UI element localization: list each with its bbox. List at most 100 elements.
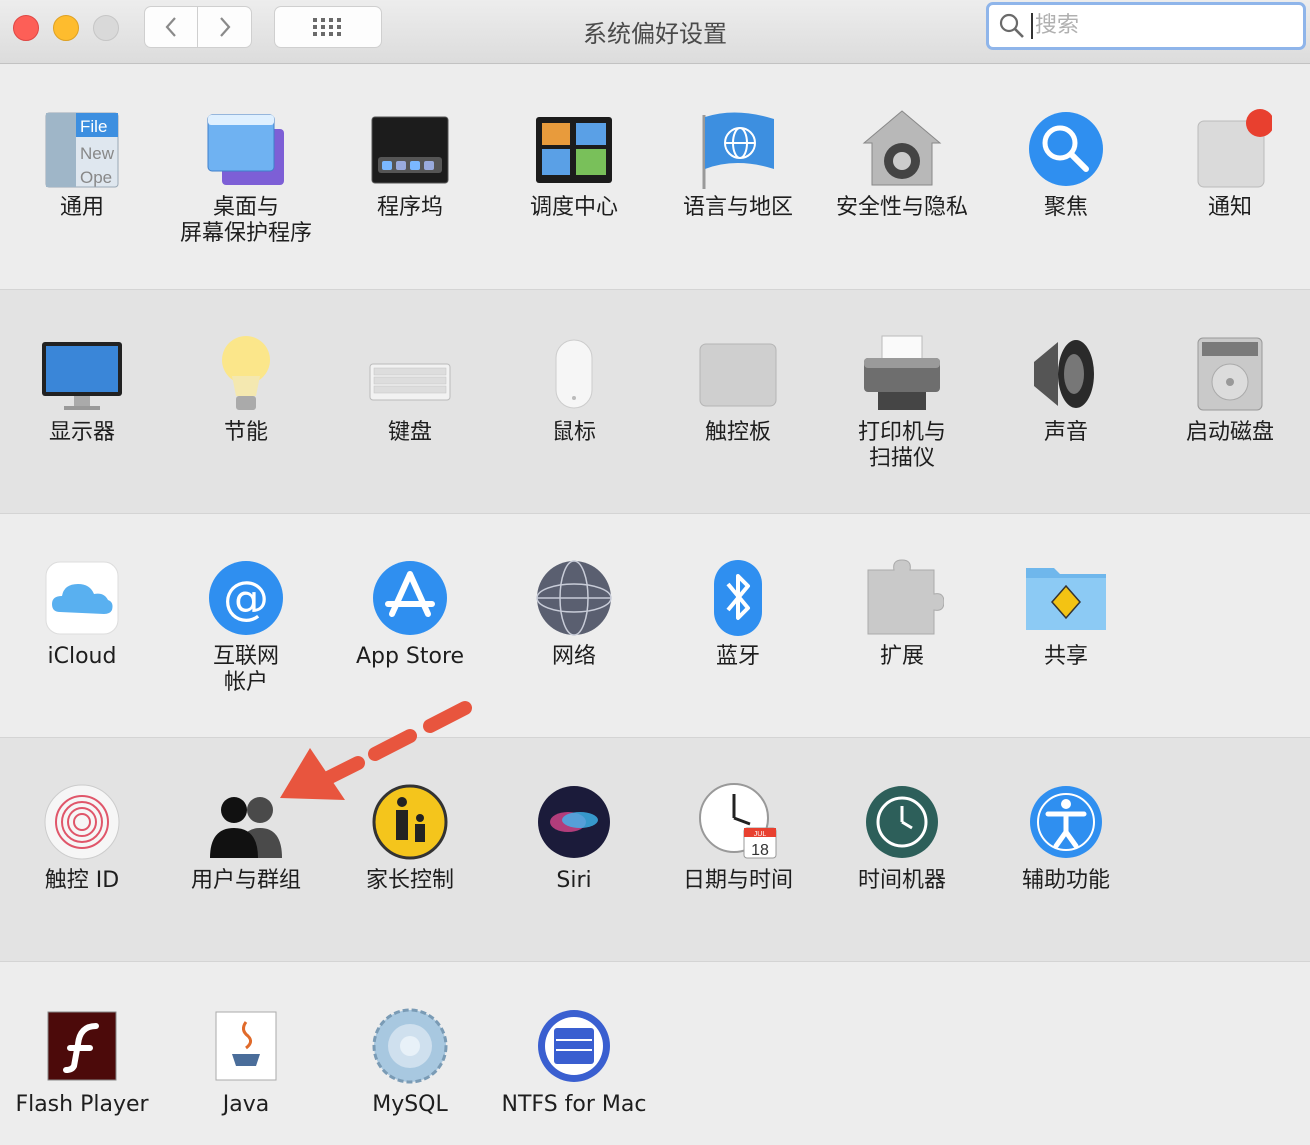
pref-java[interactable]: Java [164,1004,328,1118]
flash-player-icon [47,1011,117,1081]
pref-row-other: Flash Player Java MySQL NTFS for Mac [0,962,1310,1145]
pref-printer-scanner[interactable]: 打印机与 扫描仪 [820,332,984,472]
pref-accessibility[interactable]: 辅助功能 [984,780,1148,894]
touch-id-icon [44,784,120,860]
pref-network[interactable]: 网络 [492,556,656,670]
pref-sound-label: 声音 [1043,420,1088,445]
desktop-screensaver-icon [207,114,284,185]
pref-touch-id-label: 触控 ID [44,868,120,893]
pref-dock[interactable]: 程序坞 [328,107,492,221]
pref-energy-saver[interactable]: 节能 [164,332,328,446]
pref-icloud[interactable]: iCloud [0,556,164,670]
startup-disk-icon [1197,337,1263,411]
pref-time-machine[interactable]: 时间机器 [820,780,984,894]
pref-language-region-label: 语言与地区 [682,195,793,220]
mission-control-icon [536,117,612,183]
pref-mouse-label: 鼠标 [551,420,596,445]
date-time-icon: JUL 18 [699,783,777,859]
bluetooth-icon [714,560,762,636]
pref-security-privacy-label: 安全性与隐私 [835,195,968,220]
pref-energy-saver-label: 节能 [223,420,268,445]
pref-app-store[interactable]: App Store [328,556,492,670]
pref-ntfs-for-mac-label: NTFS for Mac [501,1092,647,1117]
pref-bluetooth-label: 蓝牙 [715,644,760,669]
svg-text:File: File [80,117,107,136]
pref-row-hardware: 显示器 节能 键盘 鼠标 触控板 打印机与 扫描仪 声音 启动磁盘 [0,290,1310,514]
pref-desktop-screensaver-label: 桌面与 屏幕保护程序 [179,195,312,246]
pref-language-region[interactable]: 语言与地区 [656,107,820,221]
siri-icon [538,786,610,858]
pref-sound[interactable]: 声音 [984,332,1148,446]
language-region-icon [702,112,774,189]
spotlight-icon [1029,112,1103,186]
pref-spotlight[interactable]: 聚焦 [984,107,1148,221]
pref-ntfs-for-mac[interactable]: NTFS for Mac [492,1004,656,1118]
java-icon [215,1011,277,1081]
general-icon: File New Ope [45,112,119,188]
pref-spotlight-label: 聚焦 [1043,195,1088,220]
extensions-icon [867,559,944,635]
pref-sharing[interactable]: 共享 [984,556,1148,670]
pref-general[interactable]: File New Ope 通用 [0,107,164,221]
pref-sharing-label: 共享 [1043,644,1088,669]
pref-accessibility-label: 辅助功能 [1021,868,1110,893]
notifications-icon [1197,109,1272,188]
time-machine-icon [866,786,938,858]
search-field[interactable]: 搜索 [986,2,1306,50]
pref-java-label: Java [222,1092,270,1117]
pref-users-groups-label: 用户与群组 [190,868,301,893]
pref-flash-player[interactable]: Flash Player [0,1004,164,1118]
pref-date-time-label: 日期与时间 [682,868,793,893]
annotation-arrow-icon [280,701,472,800]
pref-keyboard-label: 键盘 [387,420,432,445]
pref-time-machine-label: 时间机器 [857,868,946,893]
sound-icon [1034,340,1094,408]
pref-dock-label: 程序坞 [376,195,443,220]
app-store-icon [373,561,447,635]
pref-security-privacy[interactable]: 安全性与隐私 [820,107,984,221]
pref-extensions[interactable]: 扩展 [820,556,984,670]
pref-row-personal: File New Ope 通用 桌面与 屏幕保护程序 程序坞 调度中心 语言与地… [0,65,1310,290]
pref-displays-label: 显示器 [48,420,115,445]
pref-row-system: 触控 ID 用户与群组 家长控制 Siri JUL 18 日期与时间 时间机器 … [0,738,1310,962]
mysql-icon [372,1008,448,1084]
trackpad-icon [699,343,777,407]
pref-desktop-screensaver[interactable]: 桌面与 屏幕保护程序 [164,107,328,247]
pref-displays[interactable]: 显示器 [0,332,164,446]
pref-mysql[interactable]: MySQL [328,1004,492,1118]
pref-bluetooth[interactable]: 蓝牙 [656,556,820,670]
pref-keyboard[interactable]: 键盘 [328,332,492,446]
security-privacy-icon [862,110,942,186]
sharing-icon [1026,568,1106,630]
pref-startup-disk[interactable]: 启动磁盘 [1148,332,1310,446]
pref-parental-controls-label: 家长控制 [365,868,454,893]
mouse-icon [555,339,593,409]
svg-text:Ope: Ope [80,168,112,187]
pref-internet-accounts[interactable]: @ 互联网 帐户 [164,556,328,696]
pref-row-internet: iCloud @ 互联网 帐户 App Store 网络 蓝牙 扩展 共享 [0,514,1310,738]
pref-mission-control-label: 调度中心 [529,195,618,220]
pref-icloud-label: iCloud [47,644,117,669]
pref-startup-disk-label: 启动磁盘 [1185,420,1274,445]
svg-text:JUL: JUL [754,831,767,838]
pref-general-label: 通用 [59,195,104,220]
pref-network-label: 网络 [551,644,596,669]
pref-touch-id[interactable]: 触控 ID [0,780,164,894]
pref-mission-control[interactable]: 调度中心 [492,107,656,221]
energy-saver-icon [222,336,270,410]
pref-trackpad[interactable]: 触控板 [656,332,820,446]
pref-mouse[interactable]: 鼠标 [492,332,656,446]
accessibility-icon [1030,786,1102,858]
pref-internet-accounts-label: 互联网 帐户 [212,644,279,695]
svg-text:@: @ [223,571,269,625]
pref-notifications[interactable]: 通知 [1148,107,1310,221]
pref-notifications-label: 通知 [1207,195,1252,220]
svg-text:18: 18 [751,842,769,859]
pref-printer-scanner-label: 打印机与 扫描仪 [857,420,946,471]
pref-date-time[interactable]: JUL 18 日期与时间 [656,780,820,894]
pref-siri[interactable]: Siri [492,780,656,894]
title-bar: 系统偏好设置 搜索 [0,0,1310,64]
dock-icon [371,116,449,184]
network-icon [536,560,612,636]
svg-text:New: New [80,144,115,163]
